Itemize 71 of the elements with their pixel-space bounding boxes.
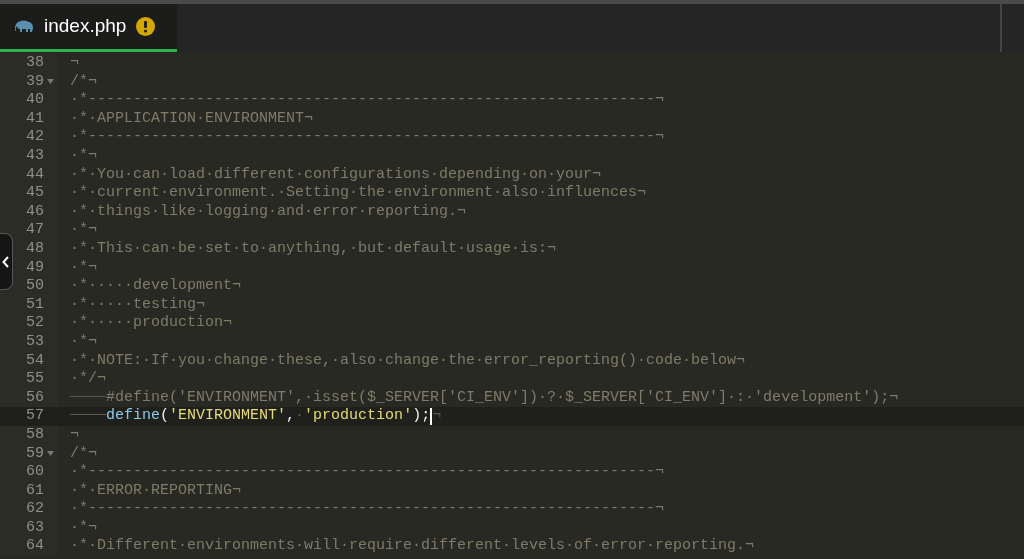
string-literal: 'production' (304, 406, 413, 427)
code-text: ·*·····testing¬ (70, 294, 206, 315)
line-number: 64 (26, 536, 44, 557)
code-text: ·*¬ (70, 146, 97, 166)
line-number: 47 (26, 220, 44, 241)
punctuation: ); (412, 406, 431, 427)
line-number: 48 (26, 239, 44, 259)
line-number: 43 (26, 146, 44, 166)
code-text: ·*---------------------------------------------------------------¬ (70, 462, 665, 483)
line-number: 42 (26, 127, 44, 148)
code-text: ·*·ERROR·REPORTING¬ (70, 480, 242, 501)
whitespace-marker: · (295, 406, 305, 427)
file-tab[interactable]: index.php (0, 4, 177, 52)
code-text: /*¬ (70, 71, 97, 92)
code-text: ·*·Different·environments·will·require·different·levels·of·error·reporting.¬ (70, 536, 755, 557)
code-text: ·*---------------------------------------------------------------¬ (70, 499, 665, 520)
code-text: ·*¬ (70, 517, 97, 538)
line-number: 56 (26, 387, 44, 408)
line-number: 58 (26, 424, 44, 445)
code-text: ·*·You·can·load·different·configurations·depending·on·your¬ (70, 164, 602, 185)
line-number: 53 (26, 331, 44, 352)
function-name: define (106, 406, 161, 427)
code-text: ·*¬ (70, 220, 97, 241)
whitespace-marker: ──── (70, 387, 106, 408)
line-number: 49 (26, 257, 44, 278)
line-number: 51 (26, 294, 44, 315)
chevron-left-icon (2, 255, 10, 268)
line-number: 54 (26, 350, 44, 371)
code-text: ·*·····production¬ (70, 313, 233, 334)
line-number: 63 (26, 517, 44, 538)
line-number: 44 (26, 164, 44, 185)
whitespace-marker: ¬ (432, 406, 442, 427)
code-text: ·*·current·environment.·Setting·the·environment·also·influences¬ (70, 183, 647, 204)
line-number: 50 (26, 276, 44, 297)
line-number: 41 (26, 108, 44, 129)
punctuation: ( (160, 406, 170, 427)
line-number: 61 (26, 480, 44, 501)
whitespace-marker: ──── (70, 406, 106, 427)
text-cursor (430, 408, 433, 426)
line-number: 55 (26, 369, 44, 390)
line-number: 46 (26, 201, 44, 222)
code-text: #define('ENVIRONMENT',·isset($_SERVER['CI_ENV'])·?·$_SERVER['CI_ENV']·:·'development');¬ (106, 387, 899, 408)
punctuation: , (286, 406, 296, 427)
line-number: 52 (26, 313, 44, 334)
line-number: 60 (26, 462, 44, 483)
code-text: ·*·things·like·logging·and·error·reporting.¬ (70, 201, 467, 222)
collapse-button[interactable] (0, 233, 13, 290)
code-text: ¬ (70, 53, 79, 74)
line-number: 57 (26, 406, 44, 427)
line-number: 40 (26, 90, 44, 111)
elephant-icon (15, 20, 34, 33)
code-text: ·*¬ (70, 331, 97, 352)
code-text: ·*/¬ (70, 369, 106, 390)
line-number: 59 (26, 443, 44, 464)
code-text: ·*---------------------------------------------------------------¬ (70, 127, 665, 148)
code-text: ·*¬ (70, 257, 97, 278)
line-number: 45 (26, 183, 44, 204)
line-number: 38 (26, 53, 44, 74)
code-text: ¬ (70, 424, 79, 445)
tab-title: index.php (44, 14, 127, 39)
code-text: ·*·NOTE:·If·you·change·these,·also·change·the·error_reporting()·code·below¬ (70, 350, 746, 371)
line-number: 39 (26, 71, 44, 92)
code-text: ·*·····development¬ (70, 276, 242, 297)
string-literal: 'ENVIRONMENT' (169, 406, 287, 427)
code-text: ·*---------------------------------------------------------------¬ (70, 90, 665, 111)
line-number: 62 (26, 499, 44, 520)
fold-arrow-icon[interactable] (47, 79, 54, 85)
code-text: /*¬ (70, 443, 97, 464)
code-text: ·*·This·can·be·set·to·anything,·but·default·usage·is:¬ (70, 239, 557, 259)
fold-arrow-icon[interactable] (47, 451, 54, 457)
code-text: ·*·APPLICATION·ENVIRONMENT¬ (70, 108, 314, 129)
